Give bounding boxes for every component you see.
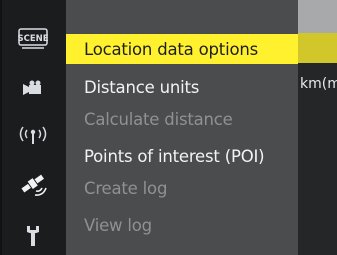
menu-item-label: View log: [84, 215, 152, 235]
movie-camera-icon[interactable]: [12, 72, 54, 106]
menu-item-view-log[interactable]: View log: [66, 210, 298, 240]
menu-item-label: Create log: [84, 178, 168, 198]
menu-item-calculate-distance[interactable]: Calculate distance: [66, 104, 298, 134]
setting-values-column: km(m): [298, 0, 337, 255]
screen: SCENE Location data options Distance uni…: [2, 0, 337, 255]
location-data-menu: Location data options Distance units Cal…: [66, 0, 298, 255]
menu-tabs-rail: SCENE: [2, 0, 66, 255]
menu-item-label: Distance units: [84, 77, 200, 97]
wrench-icon[interactable]: [12, 218, 54, 252]
menu-item-create-log[interactable]: Create log: [66, 173, 298, 203]
wireless-signal-icon[interactable]: [12, 118, 54, 152]
menu-item-label: Calculate distance: [84, 109, 233, 129]
svg-text:SCENE: SCENE: [18, 34, 48, 44]
distance-units-value: km(m): [300, 76, 337, 92]
menu-item-points-of-interest[interactable]: Points of interest (POI): [66, 141, 298, 171]
menu-item-label: Points of interest (POI): [84, 146, 265, 166]
menu-item-location-data-options[interactable]: Location data options: [66, 34, 298, 64]
menu-item-label: Location data options: [84, 39, 259, 59]
selected-row-value-area: [298, 33, 337, 63]
top-strip: [298, 0, 337, 34]
satellite-icon[interactable]: [12, 167, 54, 201]
menu-item-distance-units[interactable]: Distance units: [66, 72, 298, 102]
camera-menu-screen: SCENE Location data options Distance uni…: [0, 0, 337, 255]
scene-mode-icon[interactable]: SCENE: [12, 22, 54, 56]
